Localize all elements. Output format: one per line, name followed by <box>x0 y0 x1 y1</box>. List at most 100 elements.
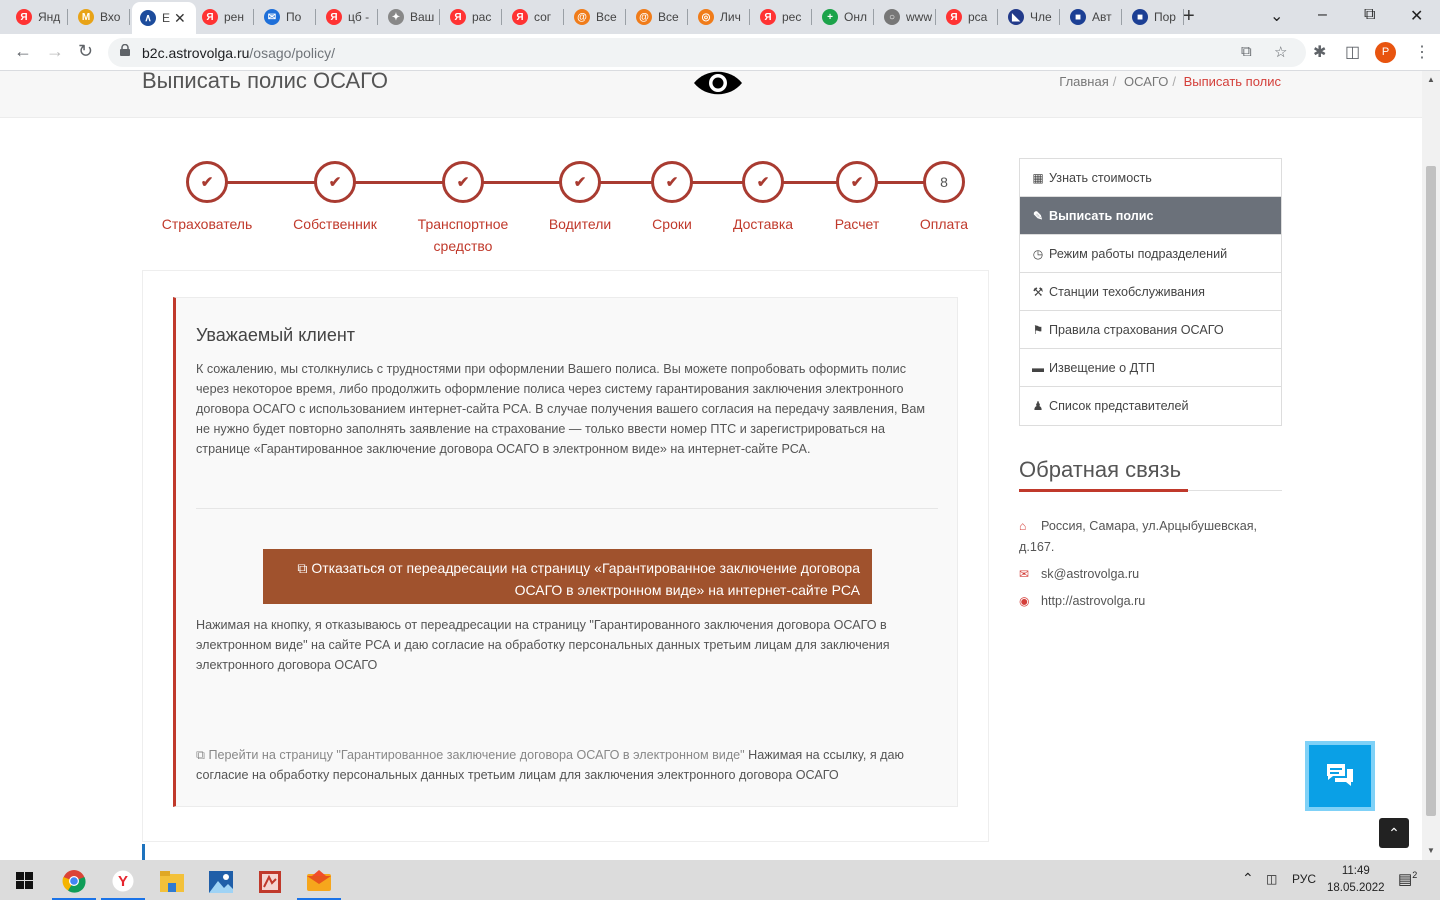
taskbar-chrome[interactable] <box>52 864 96 900</box>
taskbar-explorer[interactable] <box>150 864 194 900</box>
browser-tab[interactable]: Яцб - <box>318 4 378 30</box>
tab-title: цб - <box>348 10 370 24</box>
browser-tab[interactable]: @ Все <box>566 4 626 30</box>
rsa-link[interactable]: ⧉ Перейти на страницу "Гарантированное з… <box>196 748 745 762</box>
forward-button[interactable]: → <box>46 41 64 62</box>
side-panel-icon[interactable]: ◫ <box>1345 42 1360 62</box>
sidebar-menu-item[interactable]: ▬ Извещение о ДТП <box>1020 349 1281 387</box>
photos-icon <box>209 871 233 893</box>
tab-separator <box>811 9 812 25</box>
tray-chevron-icon[interactable]: ⌃ <box>1242 870 1254 887</box>
browser-tab[interactable]: Ясог <box>504 4 564 30</box>
eye-icon[interactable] <box>692 71 744 100</box>
breadcrumb-osago[interactable]: ОСАГО <box>1124 74 1168 89</box>
notifications-icon[interactable]: ▤2 <box>1398 870 1417 888</box>
taskbar-yandex[interactable]: Y <box>101 864 145 900</box>
browser-tab[interactable]: ○ www <box>876 4 936 30</box>
tab-separator <box>253 9 254 25</box>
sidebar-menu-item[interactable]: ♟ Список представителей <box>1020 387 1281 425</box>
tab-separator <box>1183 9 1184 25</box>
clock-date: 18.05.2022 <box>1327 882 1385 894</box>
tab-title: Чле <box>1030 10 1052 24</box>
taskbar-app-red[interactable] <box>248 864 292 900</box>
browser-tab[interactable]: Ярса <box>938 4 998 30</box>
rsa-icon: ◣ <box>1008 9 1024 25</box>
scrollbar-thumb[interactable] <box>1426 166 1436 816</box>
tab-title: Янд <box>38 10 61 24</box>
tab-separator <box>315 9 316 25</box>
browser-tab[interactable]: M Вхо <box>70 4 130 30</box>
tab-title: рес <box>782 10 802 24</box>
wizard-step[interactable]: ✔ Собственник <box>270 161 400 235</box>
feedback-email[interactable]: ✉ sk@astrovolga.ru <box>1019 564 1139 585</box>
reload-button[interactable]: ↻ <box>78 41 93 62</box>
browser-tab[interactable]: ◎ Лич <box>690 4 750 30</box>
bookmark-star-icon[interactable]: ☆ <box>1274 43 1287 61</box>
sidebar-menu-item[interactable]: ◷ Режим работы подразделений <box>1020 235 1281 273</box>
at-icon: @ <box>574 9 590 25</box>
external-link-icon: ⧉ <box>297 560 312 576</box>
button-consent-note: Нажимая на кнопку, я отказываюсь от пере… <box>196 618 890 672</box>
back-button[interactable]: ← <box>14 41 32 62</box>
input-language[interactable]: РУС <box>1292 872 1316 886</box>
sidebar-menu-item[interactable]: ⚒ Станции техобслуживания <box>1020 273 1281 311</box>
close-tab-icon[interactable]: ✕ <box>174 10 186 27</box>
browser-tab[interactable]: ∧ Е ✕ <box>132 2 196 34</box>
browser-tab[interactable]: ✉ По <box>256 4 316 30</box>
url-text: b2c.astrovolga.ru/osago/policy/ <box>142 45 336 61</box>
tab-separator <box>935 9 936 25</box>
notice-box: Уважаемый клиент К сожалению, мы столкну… <box>173 297 958 807</box>
minimize-button[interactable]: – <box>1318 6 1327 24</box>
sidebar-menu: ▦ Узнать стоимость ✎ Выписать полис ◷ Режим р… <box>1019 158 1282 426</box>
breadcrumb-home[interactable]: Главная <box>1059 74 1108 89</box>
sidebar-menu-item[interactable]: ⚑ Правила страхования ОСАГО <box>1020 311 1281 349</box>
page-scrollbar[interactable]: ▲ ▼ <box>1422 71 1440 860</box>
wizard-step[interactable]: ✔ Транспортное средство <box>398 161 528 257</box>
browser-tab[interactable]: Ярен <box>194 4 254 30</box>
tab-title: Ваш <box>410 10 435 24</box>
extensions-puzzle-icon[interactable]: ✱ <box>1313 42 1326 62</box>
yandex-icon: Я <box>946 9 962 25</box>
browser-tab[interactable]: Ярас <box>442 4 502 30</box>
browser-tab[interactable]: Я Янд <box>8 4 68 30</box>
browser-tab[interactable]: ■ Пор <box>1124 4 1184 30</box>
tab-search-chevron-icon[interactable]: ⌄ <box>1270 6 1283 26</box>
taskbar-mail[interactable] <box>297 864 341 900</box>
scroll-to-top-button[interactable]: ⌃ <box>1379 818 1409 848</box>
swirl-icon: ◎ <box>698 9 714 25</box>
yandex-icon: Я <box>326 9 342 25</box>
network-icon[interactable]: ◫ <box>1266 872 1277 886</box>
edit-icon: ✎ <box>1032 208 1044 223</box>
windows-start-icon[interactable] <box>16 872 33 889</box>
chrome-icon <box>62 870 86 893</box>
profile-avatar[interactable]: P <box>1375 42 1396 63</box>
browser-menu-icon[interactable]: ⋮ <box>1414 42 1430 62</box>
checkmark-icon: ✔ <box>836 161 878 203</box>
refuse-redirect-button[interactable]: ⧉ Отказаться от переадресации на страниц… <box>263 549 872 604</box>
flag-icon: ■ <box>1132 9 1148 25</box>
sidebar-menu-item[interactable]: ▦ Узнать стоимость <box>1020 159 1281 197</box>
browser-tab[interactable]: ◣ Чле <box>1000 4 1060 30</box>
close-window-button[interactable]: ✕ <box>1410 6 1423 26</box>
browser-tab[interactable]: Ярес <box>752 4 812 30</box>
globe-icon: ◉ <box>1019 594 1030 608</box>
new-tab-button[interactable]: + <box>1183 5 1195 28</box>
wizard-step[interactable]: ✔ Страхователь <box>142 161 272 235</box>
wizard-step[interactable]: 8 Оплата <box>879 161 1009 235</box>
sidebar-menu-label: Список представителей <box>1049 399 1189 413</box>
system-clock[interactable]: 11:49 18.05.2022 <box>1327 863 1385 897</box>
taskbar-photos[interactable] <box>199 864 243 900</box>
share-icon[interactable]: ⧉ <box>1241 43 1252 60</box>
url-bar[interactable]: b2c.astrovolga.ru/osago/policy/ ⧉ ☆ <box>108 38 1306 67</box>
browser-tab[interactable]: ■ Авт <box>1062 4 1122 30</box>
tab-separator <box>129 9 130 25</box>
tab-title: рен <box>224 10 244 24</box>
graduation-cap-icon: ⚑ <box>1032 322 1044 337</box>
restore-button[interactable]: ⧉ <box>1364 6 1375 24</box>
chat-button[interactable] <box>1305 741 1375 811</box>
feedback-site[interactable]: ◉ http://astrovolga.ru <box>1019 591 1145 612</box>
browser-tab[interactable]: @ Все <box>628 4 688 30</box>
sidebar-menu-item[interactable]: ✎ Выписать полис <box>1020 197 1281 235</box>
browser-tab[interactable]: ✦ Ваш <box>380 4 440 30</box>
browser-tab[interactable]: + Онл <box>814 4 874 30</box>
